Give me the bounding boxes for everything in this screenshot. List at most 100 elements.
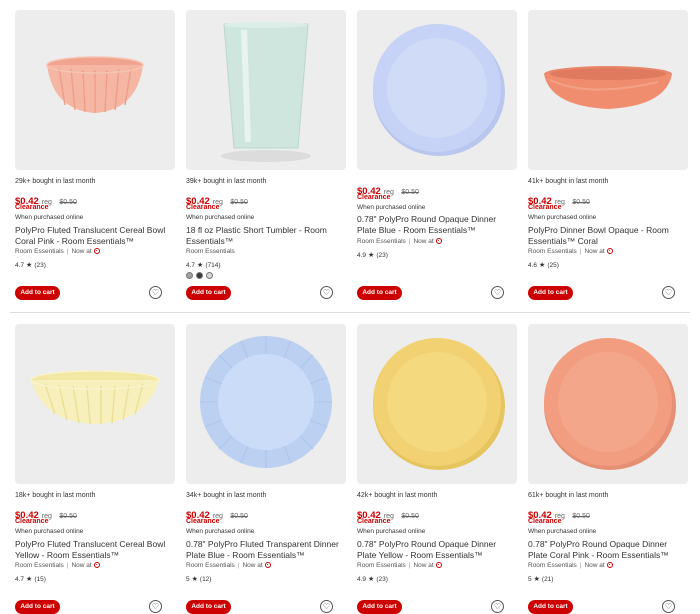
brand-name[interactable]: Room Essentials xyxy=(15,248,64,255)
color-swatch[interactable] xyxy=(186,272,193,279)
rating-value: 5 xyxy=(528,576,532,583)
brand-name[interactable]: Room Essentials xyxy=(528,248,577,255)
bought-count: 41k+ bought in last month xyxy=(528,178,609,185)
now-at-label: Now at xyxy=(413,562,434,569)
rating[interactable]: 5 ★ (12) xyxy=(186,575,211,583)
mint-plastic-tumbler-image[interactable] xyxy=(186,10,346,170)
rating-value: 4.7 xyxy=(15,576,25,583)
brand-name[interactable]: Room Essentials xyxy=(528,562,577,569)
rating[interactable]: 4.7 ★ (714) xyxy=(186,261,221,269)
target-bullseye-icon xyxy=(93,248,100,254)
brand-name[interactable]: Room Essentials xyxy=(357,238,406,245)
coral-dinner-bowl-image[interactable] xyxy=(528,10,688,170)
target-bullseye-icon xyxy=(606,248,613,254)
rating[interactable]: 4.6 ★ (25) xyxy=(528,261,559,269)
color-swatch[interactable] xyxy=(196,272,203,279)
rating-value: 4.7 xyxy=(15,262,25,269)
bought-count: 61k+ bought in last month xyxy=(528,492,609,499)
clearance-badge: Clearance xyxy=(357,518,391,525)
heart-icon[interactable]: ♡ xyxy=(149,600,162,613)
heart-icon[interactable]: ♡ xyxy=(320,286,333,299)
product-title[interactable]: PolyPro Dinner Bowl Opaque - Room Essent… xyxy=(528,225,688,247)
add-to-cart-button[interactable]: Add to cart xyxy=(15,600,60,614)
star-icon: ★ xyxy=(26,576,33,583)
product-title[interactable]: 18 fl oz Plastic Short Tumbler - Room Es… xyxy=(186,225,346,247)
coral-fluted-cereal-bowl-image[interactable] xyxy=(15,10,175,170)
brand-line: Room Essentials | Now at xyxy=(357,238,442,245)
heart-icon[interactable]: ♡ xyxy=(662,286,675,299)
add-to-cart-button[interactable]: Add to cart xyxy=(186,600,231,614)
review-count: (15) xyxy=(34,576,46,583)
online-note: When purchased online xyxy=(186,528,255,535)
rating[interactable]: 4.9 ★ (23) xyxy=(357,251,388,259)
heart-icon[interactable]: ♡ xyxy=(149,286,162,299)
brand-line: Room Essentials | Now at xyxy=(15,248,100,255)
add-to-cart-button[interactable]: Add to cart xyxy=(15,286,60,300)
product-title[interactable]: PolyPro Fluted Translucent Cereal Bowl C… xyxy=(15,225,175,247)
product-title[interactable]: PolyPro Fluted Translucent Cereal Bowl Y… xyxy=(15,539,175,561)
bought-count: 39k+ bought in last month xyxy=(186,178,267,185)
now-at-label: Now at xyxy=(71,248,92,255)
add-to-cart-button[interactable]: Add to cart xyxy=(528,286,573,300)
product-title[interactable]: 0.78" PolyPro Round Opaque Dinner Plate … xyxy=(528,539,688,561)
rating[interactable]: 4.7 ★ (15) xyxy=(15,575,46,583)
brand-name[interactable]: Room Essentials xyxy=(186,562,235,569)
review-count: (23) xyxy=(376,576,388,583)
blue-round-dinner-plate-image[interactable] xyxy=(357,10,517,170)
rating[interactable]: 5 ★ (21) xyxy=(528,575,553,583)
regular-price: $0.50 xyxy=(401,513,419,520)
rating-value: 4.6 xyxy=(528,262,538,269)
add-to-cart-button[interactable]: Add to cart xyxy=(528,600,573,614)
review-count: (23) xyxy=(376,252,388,259)
star-icon: ★ xyxy=(368,252,375,259)
brand-line: Room Essentials | Now at xyxy=(15,562,100,569)
regular-price: $0.50 xyxy=(401,189,419,196)
rating[interactable]: 4.7 ★ (23) xyxy=(15,261,46,269)
product-title[interactable]: 0.78" PolyPro Round Opaque Dinner Plate … xyxy=(357,539,517,561)
online-note: When purchased online xyxy=(357,528,426,535)
now-at-label: Now at xyxy=(584,562,605,569)
color-swatch[interactable] xyxy=(206,272,213,279)
blue-fluted-dinner-plate-image[interactable] xyxy=(186,324,346,484)
clearance-badge: Clearance xyxy=(357,194,391,201)
target-bullseye-icon xyxy=(606,562,613,568)
brand-line: Room Essentials | Now at xyxy=(528,562,613,569)
coral-round-dinner-plate-image[interactable] xyxy=(528,324,688,484)
clearance-badge: Clearance xyxy=(528,518,562,525)
clearance-badge: Clearance xyxy=(186,204,220,211)
bought-count: 29k+ bought in last month xyxy=(15,178,96,185)
yellow-round-dinner-plate-image[interactable] xyxy=(357,324,517,484)
online-note: When purchased online xyxy=(528,528,597,535)
product-title[interactable]: 0.78" PolyPro Round Opaque Dinner Plate … xyxy=(357,214,517,236)
online-note: When purchased online xyxy=(186,214,255,221)
rating-value: 4.9 xyxy=(357,576,367,583)
yellow-fluted-cereal-bowl-image[interactable] xyxy=(15,324,175,484)
rating[interactable]: 4.9 ★ (23) xyxy=(357,575,388,583)
bought-count: 42k+ bought in last month xyxy=(357,492,438,499)
target-bullseye-icon xyxy=(435,238,442,244)
now-at-label: Now at xyxy=(242,562,263,569)
add-to-cart-button[interactable]: Add to cart xyxy=(357,286,402,300)
heart-icon[interactable]: ♡ xyxy=(662,600,675,613)
review-count: (23) xyxy=(34,262,46,269)
product-title[interactable]: 0.78" PolyPro Fluted Transparent Dinner … xyxy=(186,539,346,561)
star-icon: ★ xyxy=(368,576,375,583)
target-bullseye-icon xyxy=(264,562,271,568)
now-at-label: Now at xyxy=(413,238,434,245)
heart-icon[interactable]: ♡ xyxy=(491,286,504,299)
review-count: (21) xyxy=(541,576,554,583)
online-note: When purchased online xyxy=(15,214,84,221)
brand-name[interactable]: Room Essentials xyxy=(186,248,235,255)
review-count: (714) xyxy=(205,262,221,269)
heart-icon[interactable]: ♡ xyxy=(320,600,333,613)
bought-count: 18k+ bought in last month xyxy=(15,492,96,499)
add-to-cart-button[interactable]: Add to cart xyxy=(186,286,231,300)
regular-price: $0.50 xyxy=(572,513,590,520)
brand-name[interactable]: Room Essentials xyxy=(15,562,64,569)
row-divider xyxy=(10,312,690,313)
brand-name[interactable]: Room Essentials xyxy=(357,562,406,569)
review-count: (12) xyxy=(199,576,212,583)
add-to-cart-button[interactable]: Add to cart xyxy=(357,600,402,614)
heart-icon[interactable]: ♡ xyxy=(491,600,504,613)
color-swatches xyxy=(186,272,213,279)
